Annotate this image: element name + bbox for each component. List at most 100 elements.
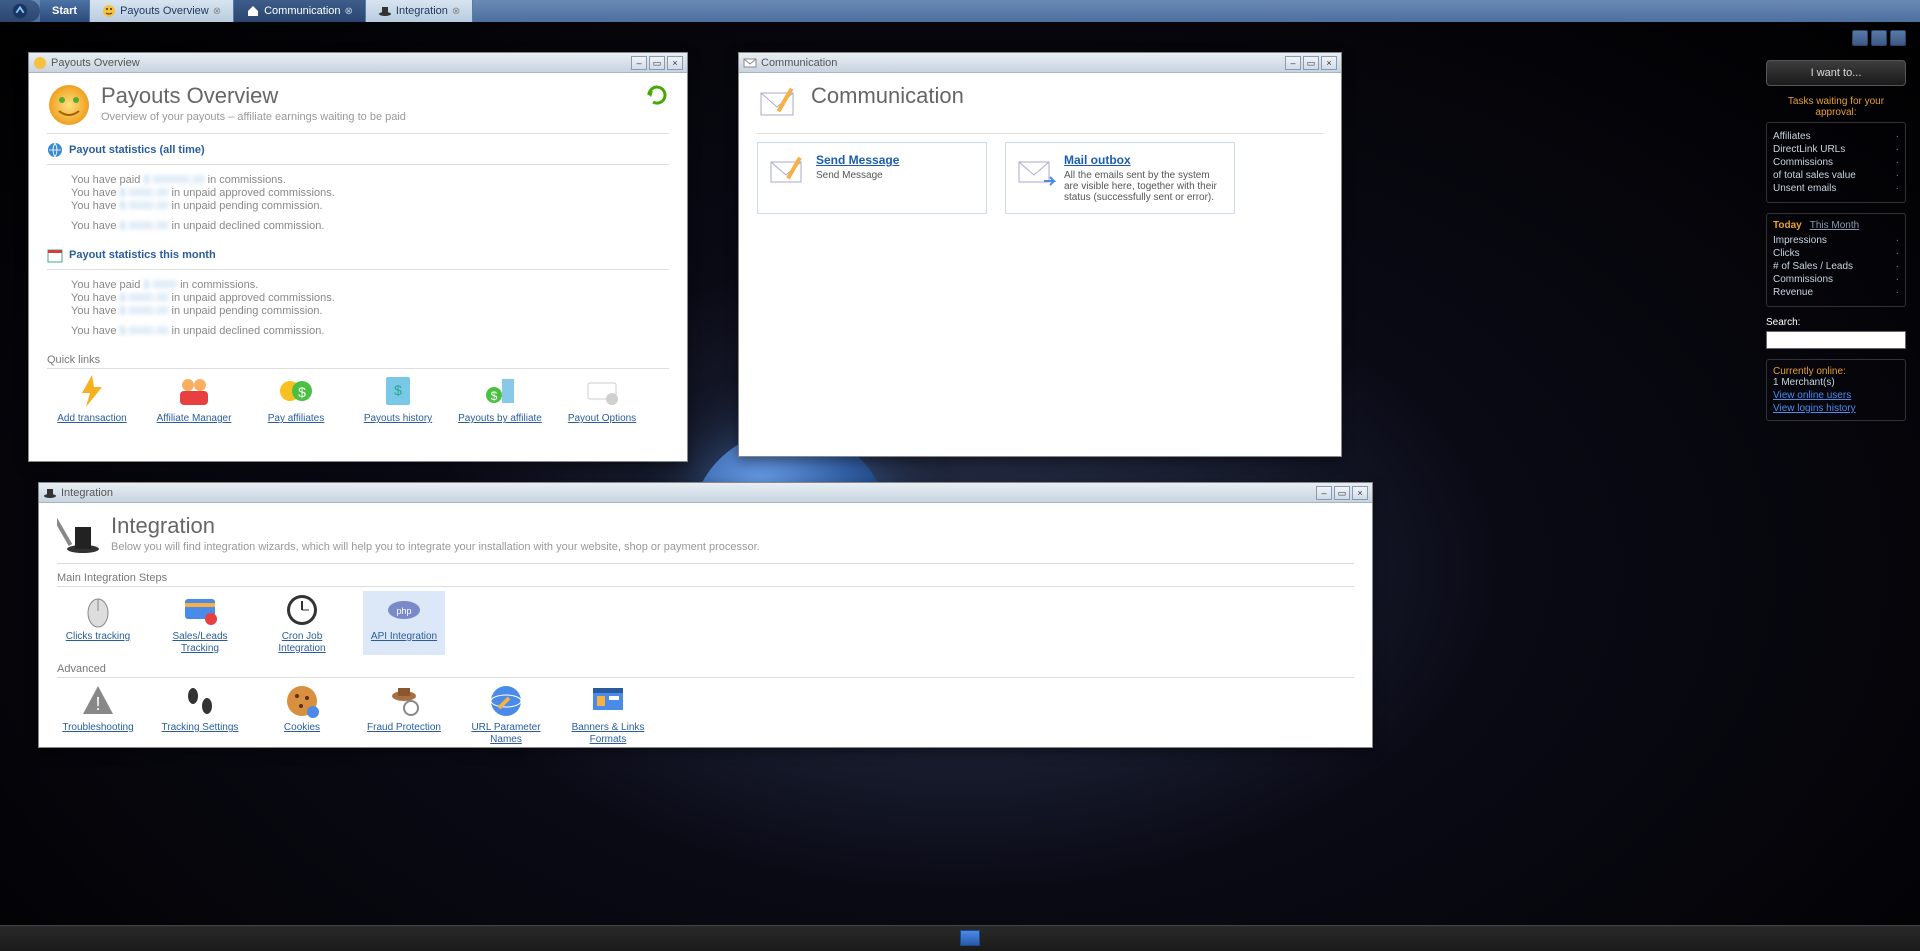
- view-online-users-link[interactable]: View online users: [1773, 390, 1899, 401]
- card-title[interactable]: Send Message: [816, 153, 899, 167]
- stat-row: Impressions·: [1773, 235, 1899, 246]
- tab-today[interactable]: Today: [1773, 220, 1802, 231]
- window-titlebar[interactable]: Communication – ▭ ×: [739, 53, 1341, 73]
- window-payouts-overview: Payouts Overview – ▭ × Payouts Overview …: [28, 52, 688, 462]
- close-icon[interactable]: ⊗: [213, 6, 221, 17]
- cookie-icon: [283, 682, 321, 720]
- top-tab-bar: Start Payouts Overview ⊗ Communication ⊗…: [0, 0, 1920, 22]
- lightning-icon: [74, 373, 110, 409]
- qlink-pay-affiliates[interactable]: $ Pay affiliates: [251, 373, 341, 425]
- qlink-payouts-history[interactable]: $ Payouts history: [353, 373, 443, 425]
- minimize-button[interactable]: –: [1285, 56, 1301, 70]
- section-header-month: Payout statistics this month: [47, 247, 669, 263]
- maximize-button[interactable]: ▭: [1303, 56, 1319, 70]
- svg-text:!: !: [95, 694, 100, 714]
- page-title: Payouts Overview: [101, 83, 406, 109]
- task-row[interactable]: Unsent emails·: [1773, 183, 1899, 194]
- warning-icon: !: [79, 682, 117, 720]
- view-logins-history-link[interactable]: View logins history: [1773, 403, 1899, 414]
- money-icon: $: [278, 373, 314, 409]
- card-desc: Send Message: [816, 170, 899, 181]
- svg-text:$: $: [394, 382, 402, 398]
- qlink-affiliate-manager[interactable]: Affiliate Manager: [149, 373, 239, 425]
- rt-button-2[interactable]: [1871, 30, 1887, 46]
- tab-communication[interactable]: Communication ⊗: [234, 0, 366, 22]
- close-button[interactable]: ×: [1352, 486, 1368, 500]
- search-input[interactable]: [1766, 331, 1906, 349]
- clock-icon: [283, 591, 321, 629]
- ilink-sales-tracking[interactable]: Sales/Leads Tracking: [159, 591, 241, 655]
- close-icon[interactable]: ⊗: [452, 6, 460, 17]
- right-sidebar: I want to... Tasks waiting for your appr…: [1766, 30, 1906, 421]
- online-heading: Currently online:: [1773, 366, 1899, 377]
- rt-button-3[interactable]: [1890, 30, 1906, 46]
- taskbar-item[interactable]: [960, 930, 980, 946]
- close-icon[interactable]: ⊗: [345, 6, 353, 17]
- window-title-text: Integration: [61, 487, 113, 499]
- tab-payouts-overview[interactable]: Payouts Overview ⊗: [90, 0, 234, 22]
- close-button[interactable]: ×: [667, 56, 683, 70]
- merchants-count: 1 Merchant(s): [1773, 377, 1899, 388]
- qlink-add-transaction[interactable]: Add transaction: [47, 373, 137, 425]
- php-icon: php: [385, 591, 423, 629]
- app-logo-icon[interactable]: [0, 0, 40, 22]
- ilink-url-parameter[interactable]: URL Parameter Names: [465, 682, 547, 746]
- card-mail-outbox[interactable]: Mail outbox All the emails sent by the s…: [1005, 142, 1235, 214]
- ilink-tracking-settings[interactable]: Tracking Settings: [159, 682, 241, 746]
- stat-row: Commissions·: [1773, 274, 1899, 285]
- page-title: Integration: [111, 513, 760, 539]
- tab-integration[interactable]: Integration ⊗: [366, 0, 473, 22]
- globe-link-icon: [487, 682, 525, 720]
- ilink-fraud-protection[interactable]: Fraud Protection: [363, 682, 445, 746]
- ilink-api-integration[interactable]: phpAPI Integration: [363, 591, 445, 655]
- window-titlebar[interactable]: Integration – ▭ ×: [39, 483, 1372, 503]
- card-send-message[interactable]: Send Message Send Message: [757, 142, 987, 214]
- close-button[interactable]: ×: [1321, 56, 1337, 70]
- mouse-icon: [79, 591, 117, 629]
- refresh-icon[interactable]: [645, 83, 669, 107]
- quick-links-label: Quick links: [47, 354, 669, 369]
- house-icon: [246, 4, 260, 18]
- ilink-cron-job[interactable]: Cron Job Integration: [261, 591, 343, 655]
- i-want-to-button[interactable]: I want to...: [1766, 60, 1906, 86]
- window-title-text: Payouts Overview: [51, 57, 140, 69]
- hat-icon: [43, 486, 57, 500]
- footprints-icon: [181, 682, 219, 720]
- book-icon: $: [380, 373, 416, 409]
- calendar-icon: [47, 247, 63, 263]
- tab-this-month[interactable]: This Month: [1810, 220, 1859, 231]
- rt-button-1[interactable]: [1852, 30, 1868, 46]
- svg-text:$: $: [491, 389, 498, 403]
- qlink-payouts-by-affiliate[interactable]: $ Payouts by affiliate: [455, 373, 545, 425]
- task-row[interactable]: Affiliates·: [1773, 131, 1899, 142]
- page-subtitle: Below you will find integration wizards,…: [111, 541, 760, 553]
- card-desc: All the emails sent by the system are vi…: [1064, 170, 1224, 203]
- minimize-button[interactable]: –: [631, 56, 647, 70]
- envelope-out-icon: [1016, 153, 1056, 193]
- qlink-payout-options[interactable]: Payout Options: [557, 373, 647, 425]
- window-icon: [589, 682, 627, 720]
- page-title: Communication: [811, 83, 964, 109]
- globe-icon: [47, 142, 63, 158]
- ilink-clicks-tracking[interactable]: Clicks tracking: [57, 591, 139, 655]
- card-title[interactable]: Mail outbox: [1064, 153, 1224, 167]
- stat-row: # of Sales / Leads·: [1773, 261, 1899, 272]
- task-row: of total sales value·: [1773, 170, 1899, 181]
- maximize-button[interactable]: ▭: [649, 56, 665, 70]
- minimize-button[interactable]: –: [1316, 486, 1332, 500]
- wand-hat-icon: [57, 513, 101, 557]
- window-titlebar[interactable]: Payouts Overview – ▭ ×: [29, 53, 687, 73]
- task-row[interactable]: DirectLink URLs·: [1773, 144, 1899, 155]
- ilink-cookies[interactable]: Cookies: [261, 682, 343, 746]
- ilink-troubleshooting[interactable]: !Troubleshooting: [57, 682, 139, 746]
- smiley-icon: [33, 56, 47, 70]
- maximize-button[interactable]: ▭: [1334, 486, 1350, 500]
- card-icon: [584, 373, 620, 409]
- stat-row: Revenue·: [1773, 287, 1899, 298]
- ilink-banners-formats[interactable]: Banners & Links Formats: [567, 682, 649, 746]
- stat-row: Clicks·: [1773, 248, 1899, 259]
- advanced-label: Advanced: [57, 663, 1354, 678]
- tab-start[interactable]: Start: [40, 0, 90, 22]
- task-row[interactable]: Commissions·: [1773, 157, 1899, 168]
- window-title-text: Communication: [761, 57, 837, 69]
